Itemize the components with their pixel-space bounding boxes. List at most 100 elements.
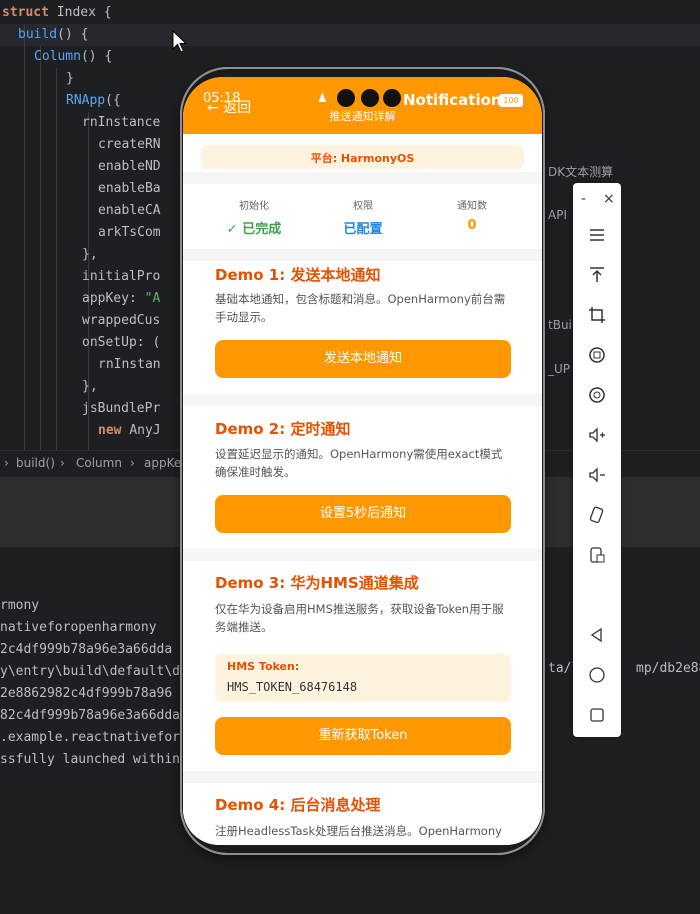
crop-icon[interactable]: [573, 299, 621, 331]
code-token: appKey:: [82, 291, 145, 306]
code-token: AnyJ: [129, 423, 161, 438]
token-value: HMS_TOKEN_68476148: [227, 680, 358, 694]
code-line: jsBundlePr: [82, 398, 160, 420]
code-token: () {: [57, 27, 89, 42]
code-hint: tBui: [548, 318, 572, 332]
code-token: Column: [34, 49, 81, 64]
scroll-content[interactable]: 平台: HarmonyOS 初始化 ✓ 已完成 权限 已配置 通知数 0 Dem…: [183, 134, 542, 845]
divider: [183, 771, 542, 783]
phone-screen[interactable]: 05:18 ← 返回 ♟ Notification 100 推送通知详解 平台:…: [183, 77, 542, 845]
code-line: },: [82, 244, 98, 266]
code-token: enableND: [98, 159, 161, 174]
code-line: rnInstance: [82, 112, 160, 134]
console-line: ssfully launched within: [0, 752, 181, 767]
code-token: new: [98, 423, 130, 438]
recent-nav-icon[interactable]: [573, 699, 621, 731]
code-token: rnInstan: [98, 357, 161, 372]
console-line: y\entry\build\default\d: [0, 664, 181, 679]
schedule-notification-button[interactable]: 设置5秒后通知: [215, 495, 511, 533]
stat-permission: 权限 已配置: [308, 197, 418, 237]
code-line: createRN: [98, 134, 161, 156]
volume-down-icon[interactable]: [573, 459, 621, 491]
indent-guide: [24, 24, 25, 450]
volume-up-icon[interactable]: [573, 419, 621, 451]
breadcrumb-item-column[interactable]: Column: [76, 456, 122, 470]
close-button[interactable]: ×: [603, 191, 615, 207]
divider: [183, 394, 542, 406]
divider: [183, 249, 542, 261]
console-line: 2e8862982c4df999b78a96: [0, 686, 173, 701]
back-nav-icon[interactable]: [573, 619, 621, 651]
page-subtitle: 推送通知详解: [329, 110, 396, 123]
code-token: },: [82, 247, 98, 262]
token-label: HMS Token:: [227, 660, 300, 673]
console-line: .example.reactnativefor: [0, 730, 181, 745]
stat-value: ✓ 已完成: [226, 222, 282, 237]
refresh-token-button[interactable]: 重新获取Token: [215, 717, 511, 755]
stat-label: 权限: [353, 201, 373, 212]
breadcrumb-item-appkey[interactable]: appKe: [144, 456, 181, 470]
code-token: struct: [2, 5, 57, 20]
rotate-left-icon[interactable]: [573, 339, 621, 371]
code-line: appKey: "A: [82, 288, 160, 310]
code-token: jsBundlePr: [82, 401, 161, 416]
code-token: "A: [144, 291, 161, 306]
battery-icon: 100: [499, 94, 523, 107]
code-token: ({: [105, 93, 121, 108]
code-hint: API: [548, 208, 567, 222]
code-token: arkTsCom: [98, 225, 161, 240]
rotate-device-icon[interactable]: [573, 499, 621, 531]
home-nav-icon[interactable]: [573, 659, 621, 691]
code-line: },: [82, 376, 98, 398]
person-icon: ♟: [317, 91, 328, 105]
code-token: }: [66, 71, 74, 86]
breadcrumb-item-build[interactable]: build(): [16, 456, 55, 470]
minimize-button[interactable]: -: [581, 191, 586, 207]
code-hint: DK文本测算: [548, 165, 614, 179]
divider: [183, 172, 542, 184]
camera-icon: [361, 89, 379, 107]
demo2-description: 设置延迟显示的通知。OpenHarmony需使用exact模式确保准时触发。: [215, 447, 503, 479]
stat-value: 已配置: [343, 222, 383, 237]
code-line: enableND: [98, 156, 161, 178]
code-token: () {: [80, 49, 113, 64]
current-line-highlight: [0, 24, 700, 46]
code-token: RNApp: [66, 93, 106, 108]
camera-icon: [383, 89, 401, 107]
code-line: }: [66, 68, 74, 90]
code-token: build: [18, 27, 58, 42]
demo1-description: 基础本地通知，包含标题和消息。OpenHarmony前台需手动显示。: [215, 292, 506, 324]
code-line: build() {: [18, 24, 88, 46]
console-line: nativeforopenharmony: [0, 620, 157, 635]
pin-top-icon[interactable]: [573, 259, 621, 291]
console-text: mp/db2e886: [636, 661, 700, 676]
code-line: onSetUp: (: [82, 332, 160, 354]
camera-icon: [337, 89, 355, 107]
breadcrumb-separator: ›: [60, 456, 65, 470]
hms-token-box: HMS Token: HMS_TOKEN_68476148: [215, 654, 511, 702]
app-header: 05:18 ← 返回 ♟ Notification 100 推送通知详解: [183, 77, 542, 134]
code-line: arkTsCom: [98, 222, 161, 244]
stat-count: 通知数 0: [417, 197, 527, 233]
demo4-title: Demo 4: 后台消息处理: [215, 796, 381, 814]
code-token: wrappedCus: [82, 313, 161, 328]
code-line: new AnyJ: [98, 420, 161, 442]
menu-icon[interactable]: [573, 219, 621, 251]
demo3-description: 仅在华为设备启用HMS推送服务，获取设备Token用于服务端推送。: [215, 602, 504, 634]
stat-label: 通知数: [457, 201, 487, 212]
demo1-title: Demo 1: 发送本地通知: [215, 266, 381, 284]
stat-label: 初始化: [239, 201, 269, 212]
stat-init: 初始化 ✓ 已完成: [199, 197, 309, 237]
code-line: Column() {: [34, 46, 112, 68]
mouse-cursor-icon: [172, 30, 188, 53]
screenshot-icon[interactable]: [573, 539, 621, 571]
stat-value: 0: [467, 218, 477, 233]
send-local-notification-button[interactable]: 发送本地通知: [215, 340, 511, 378]
code-token: enableBa: [98, 181, 161, 196]
emulator-toolbar: - ×: [573, 183, 621, 737]
code-line: initialPro: [82, 266, 160, 288]
rotate-right-icon[interactable]: [573, 379, 621, 411]
code-token: createRN: [98, 137, 161, 152]
code-token: Index {: [56, 5, 112, 20]
breadcrumb-separator: ›: [130, 456, 135, 470]
